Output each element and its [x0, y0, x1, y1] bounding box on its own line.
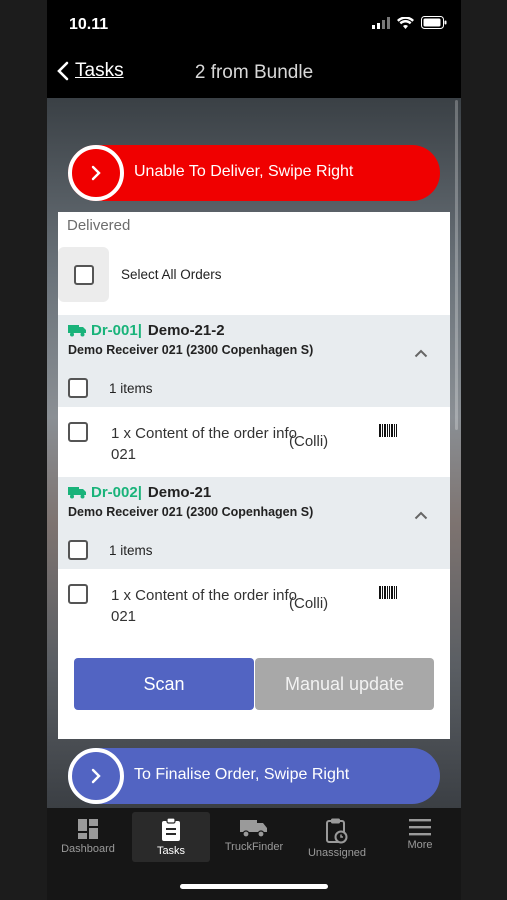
tab-unassigned[interactable]: Unassigned	[298, 812, 376, 862]
phone-screen: 10.11 Tasks 2 from Bundle Unable To Deli…	[47, 0, 461, 900]
swipe-knob[interactable]	[68, 145, 124, 201]
items-checkbox[interactable]	[68, 540, 88, 560]
items-label: 1 items	[109, 381, 153, 396]
clipboard-icon	[162, 818, 180, 841]
battery-icon	[421, 16, 447, 29]
receiver: Demo Receiver 021 (2300 Copenhagen S)	[68, 505, 314, 519]
chevron-up-icon[interactable]	[414, 349, 428, 358]
scan-button[interactable]: Scan	[74, 658, 254, 710]
items-label: 1 items	[109, 543, 153, 558]
order-code: Dr-002|	[91, 484, 142, 501]
order-line-checkbox[interactable]	[68, 584, 88, 604]
order-code: Dr-001|	[91, 322, 142, 339]
order-line: 1 x Content of the order info 021 (Colli…	[58, 407, 450, 477]
order-line: 1 x Content of the order info 021 (Colli…	[58, 569, 450, 639]
items-row: 1 items	[58, 531, 450, 569]
scroll-indicator[interactable]	[455, 100, 458, 430]
tab-label: More	[407, 839, 433, 851]
barcode-icon[interactable]	[379, 586, 397, 599]
card-heading: Delivered	[67, 217, 131, 234]
barcode-icon[interactable]	[379, 424, 397, 437]
order-header[interactable]: Dr-002| Demo-21 Demo Receiver 021 (2300 …	[58, 477, 450, 531]
finalise-order-swipe[interactable]: To Finalise Order, Swipe Right	[68, 748, 440, 804]
order-line-text: 1 x Content of the order info 021	[111, 587, 297, 625]
dashboard-icon	[78, 819, 98, 839]
delivery-card: Delivered Select All Orders Dr-001| Demo…	[58, 212, 450, 739]
signal-icon	[372, 16, 390, 29]
chevron-up-icon[interactable]	[414, 511, 428, 520]
manual-update-button[interactable]: Manual update	[255, 658, 434, 710]
tab-label: Unassigned	[307, 847, 367, 859]
status-bar: 10.11	[47, 0, 461, 50]
swipe-label: To Finalise Order, Swipe Right	[134, 766, 350, 783]
swipe-label: Unable To Deliver, Swipe Right	[134, 163, 354, 180]
truck-icon	[68, 487, 86, 499]
items-checkbox[interactable]	[68, 378, 88, 398]
status-time: 10.11	[69, 16, 109, 33]
chevron-right-icon	[91, 768, 101, 784]
order-header[interactable]: Dr-001| Demo-21-2 Demo Receiver 021 (230…	[58, 315, 450, 369]
wifi-icon	[397, 16, 414, 29]
tab-label: Dashboard	[61, 843, 115, 855]
order-line-unit: (Colli)	[289, 595, 329, 612]
order-id-line: Dr-001| Demo-21-2	[68, 322, 225, 339]
order-line-unit: (Colli)	[289, 433, 329, 450]
home-indicator[interactable]	[180, 884, 328, 889]
order-line-checkbox[interactable]	[68, 422, 88, 442]
order-name: Demo-21	[147, 484, 212, 501]
status-icons	[372, 16, 447, 29]
receiver: Demo Receiver 021 (2300 Copenhagen S)	[68, 343, 314, 357]
tab-label: TruckFinder	[224, 841, 284, 853]
tab-tasks[interactable]: Tasks	[132, 812, 210, 862]
tab-truckfinder[interactable]: TruckFinder	[215, 812, 293, 862]
page-title: 2 from Bundle	[194, 62, 314, 83]
order-name: Demo-21-2	[147, 322, 225, 339]
tab-dashboard[interactable]: Dashboard	[49, 812, 127, 862]
clipboard-clock-icon	[326, 818, 348, 844]
truck-icon	[68, 325, 86, 337]
items-row: 1 items	[58, 369, 450, 407]
menu-icon	[409, 819, 431, 836]
select-all-label: Select All Orders	[121, 267, 222, 282]
truck-icon	[240, 820, 267, 838]
nav-bar: Tasks 2 from Bundle	[47, 50, 461, 98]
select-all-checkbox-area[interactable]	[58, 247, 109, 302]
select-all-checkbox[interactable]	[73, 264, 94, 285]
order-line-text: 1 x Content of the order info 021	[111, 425, 297, 463]
tab-more[interactable]: More	[381, 812, 459, 862]
tab-label: Tasks	[156, 845, 186, 857]
swipe-knob[interactable]	[68, 748, 124, 804]
order-id-line: Dr-002| Demo-21	[68, 484, 211, 501]
chevron-right-icon	[91, 165, 101, 181]
unable-to-deliver-swipe[interactable]: Unable To Deliver, Swipe Right	[68, 145, 440, 201]
